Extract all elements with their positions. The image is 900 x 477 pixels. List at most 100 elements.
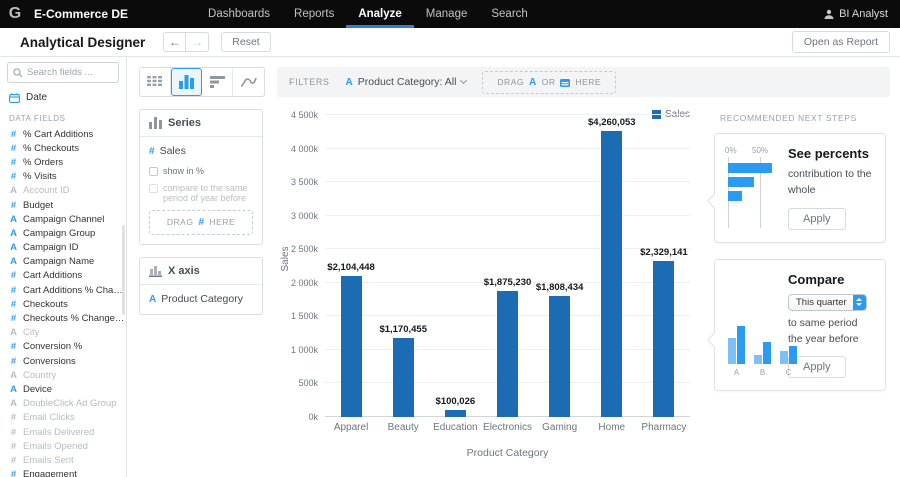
field-label: Campaign Group <box>23 227 96 239</box>
field-label: Checkouts <box>23 298 68 310</box>
checkbox-icon <box>149 167 158 176</box>
column-chart: Sales Sales 0k500k1 000k1 500k2 000k2 50… <box>277 109 690 459</box>
bar-slot: $100,026 <box>429 115 481 417</box>
recommendations-column: RECOMMENDED NEXT STEPS 0% 50% See percen… <box>698 109 890 459</box>
apply-see-percents-button[interactable]: Apply <box>788 207 846 230</box>
measure-icon: # <box>10 412 17 424</box>
series-drop-zone[interactable]: DRAG # HERE <box>149 210 253 235</box>
field-label: DoubleClick Ad Group <box>23 398 117 410</box>
mini-bar <box>763 342 771 365</box>
field-item[interactable]: # Conversions <box>0 354 126 368</box>
field-label: Emails Opened <box>23 440 88 452</box>
field-item[interactable]: A Campaign Group <box>0 226 126 240</box>
bar-slot: $1,808,434 <box>534 115 586 417</box>
viz-type-bar-chart-button[interactable] <box>202 68 233 96</box>
field-item[interactable]: # Checkouts % Change YoY <box>0 311 126 325</box>
field-item[interactable]: # % Orders <box>0 155 126 169</box>
field-item[interactable]: A Campaign Name <box>0 255 126 269</box>
field-item[interactable]: # % Visits <box>0 170 126 184</box>
viz-type-table-button[interactable] <box>140 68 171 96</box>
field-label: Engagement <box>23 469 77 477</box>
show-in-percent-checkbox[interactable]: show in % <box>149 166 253 176</box>
bar-education[interactable] <box>444 410 466 417</box>
bar-slot: $2,329,141 <box>638 115 690 417</box>
search-fields-box[interactable] <box>7 62 119 83</box>
search-fields-input[interactable] <box>27 67 107 78</box>
field-item[interactable]: # % Cart Additions <box>0 127 126 141</box>
redo-button[interactable]: → <box>186 32 210 52</box>
field-item[interactable]: A Campaign ID <box>0 241 126 255</box>
measure-icon: # <box>10 284 17 296</box>
attribute-icon: A <box>10 213 17 225</box>
y-tick-label: 2 500k <box>290 244 318 255</box>
field-label: Campaign Channel <box>23 213 105 225</box>
bar-gaming[interactable] <box>549 295 571 417</box>
attribute-icon: A <box>10 242 17 254</box>
sidebar-item-date[interactable]: Date <box>0 83 126 107</box>
x-category-label: Pharmacy <box>641 422 687 433</box>
field-item[interactable]: A Campaign Channel <box>0 212 126 226</box>
bar-beauty[interactable] <box>392 338 414 417</box>
period-select[interactable]: This quarter <box>788 293 867 311</box>
bar-home[interactable] <box>601 131 623 417</box>
line-chart-icon <box>240 77 257 87</box>
attribute-icon: A <box>10 398 17 410</box>
field-label: Conversion % <box>23 341 83 353</box>
field-item[interactable]: # Engagement <box>0 468 126 477</box>
field-label: Campaign ID <box>23 242 79 254</box>
attribute-label: Product Category <box>161 293 243 305</box>
series-metric-sales[interactable]: # Sales <box>149 145 253 157</box>
mini-bar <box>789 346 797 365</box>
nav-item-analyze[interactable]: Analyze <box>346 0 414 28</box>
bar-value-label: $1,875,230 <box>483 277 532 289</box>
field-item: A City <box>0 326 126 340</box>
mini-bar-group: C <box>780 346 797 377</box>
product-category-filter[interactable]: A Product Category: All <box>346 76 468 88</box>
field-item[interactable]: # Cart Additions % Change YoY <box>0 283 126 297</box>
period-select-value: This quarter <box>796 296 847 308</box>
bar-value-label: $1,170,455 <box>379 324 427 336</box>
recommendation-see-percents: 0% 50% See percents contribution to the … <box>706 133 886 243</box>
open-as-report-button[interactable]: Open as Report <box>791 31 890 53</box>
nav-item-manage[interactable]: Manage <box>414 0 480 28</box>
y-tick-label: 1 500k <box>290 311 318 322</box>
field-item[interactable]: # Conversion % <box>0 340 126 354</box>
bar-electronics[interactable] <box>496 291 518 417</box>
field-item[interactable]: # Cart Additions <box>0 269 126 283</box>
undo-button[interactable]: ← <box>163 32 187 52</box>
measure-icon: # <box>10 298 17 310</box>
measure-icon: # <box>198 217 205 228</box>
field-item[interactable]: # % Checkouts <box>0 141 126 155</box>
attribute-icon: A <box>10 369 17 381</box>
dropzone-text: DRAG <box>166 217 194 227</box>
measure-icon: # <box>10 128 17 140</box>
nav-item-search[interactable]: Search <box>479 0 539 28</box>
x-axis-attribute[interactable]: A Product Category <box>149 293 253 305</box>
workspace-name[interactable]: E-Commerce DE <box>34 0 128 28</box>
reset-button[interactable]: Reset <box>221 32 271 52</box>
attribute-icon: A <box>10 256 17 268</box>
date-label: Date <box>26 92 48 103</box>
bar-pharmacy[interactable] <box>653 260 675 417</box>
bar-chart-icon <box>209 76 225 88</box>
viz-type-column-chart-button[interactable] <box>171 68 202 96</box>
compare-period-checkbox: compare to the same period of year befor… <box>149 183 253 203</box>
field-item[interactable]: A Device <box>0 382 126 396</box>
nav-item-dashboards[interactable]: Dashboards <box>196 0 282 28</box>
gooddata-logo-icon[interactable]: G <box>0 0 30 28</box>
field-label: Conversions <box>23 355 76 367</box>
viz-type-line-chart-button[interactable] <box>233 68 264 96</box>
mini-bar <box>728 177 754 187</box>
x-axis-panel-title: X axis <box>168 265 200 277</box>
measure-icon: # <box>10 440 17 452</box>
mini-bar <box>737 326 745 365</box>
user-menu[interactable]: BI Analyst <box>824 0 900 28</box>
analytical-designer-app: G E-Commerce DE Dashboards Reports Analyze… <box>0 0 900 477</box>
filter-drop-zone[interactable]: DRAG A OR HERE <box>482 70 617 94</box>
field-item: A DoubleClick Ad Group <box>0 397 126 411</box>
field-item[interactable]: # Checkouts <box>0 297 126 311</box>
bar-apparel[interactable] <box>340 275 362 417</box>
sidebar-scrollbar[interactable] <box>122 225 125 315</box>
field-item[interactable]: # Budget <box>0 198 126 212</box>
nav-item-reports[interactable]: Reports <box>282 0 346 28</box>
